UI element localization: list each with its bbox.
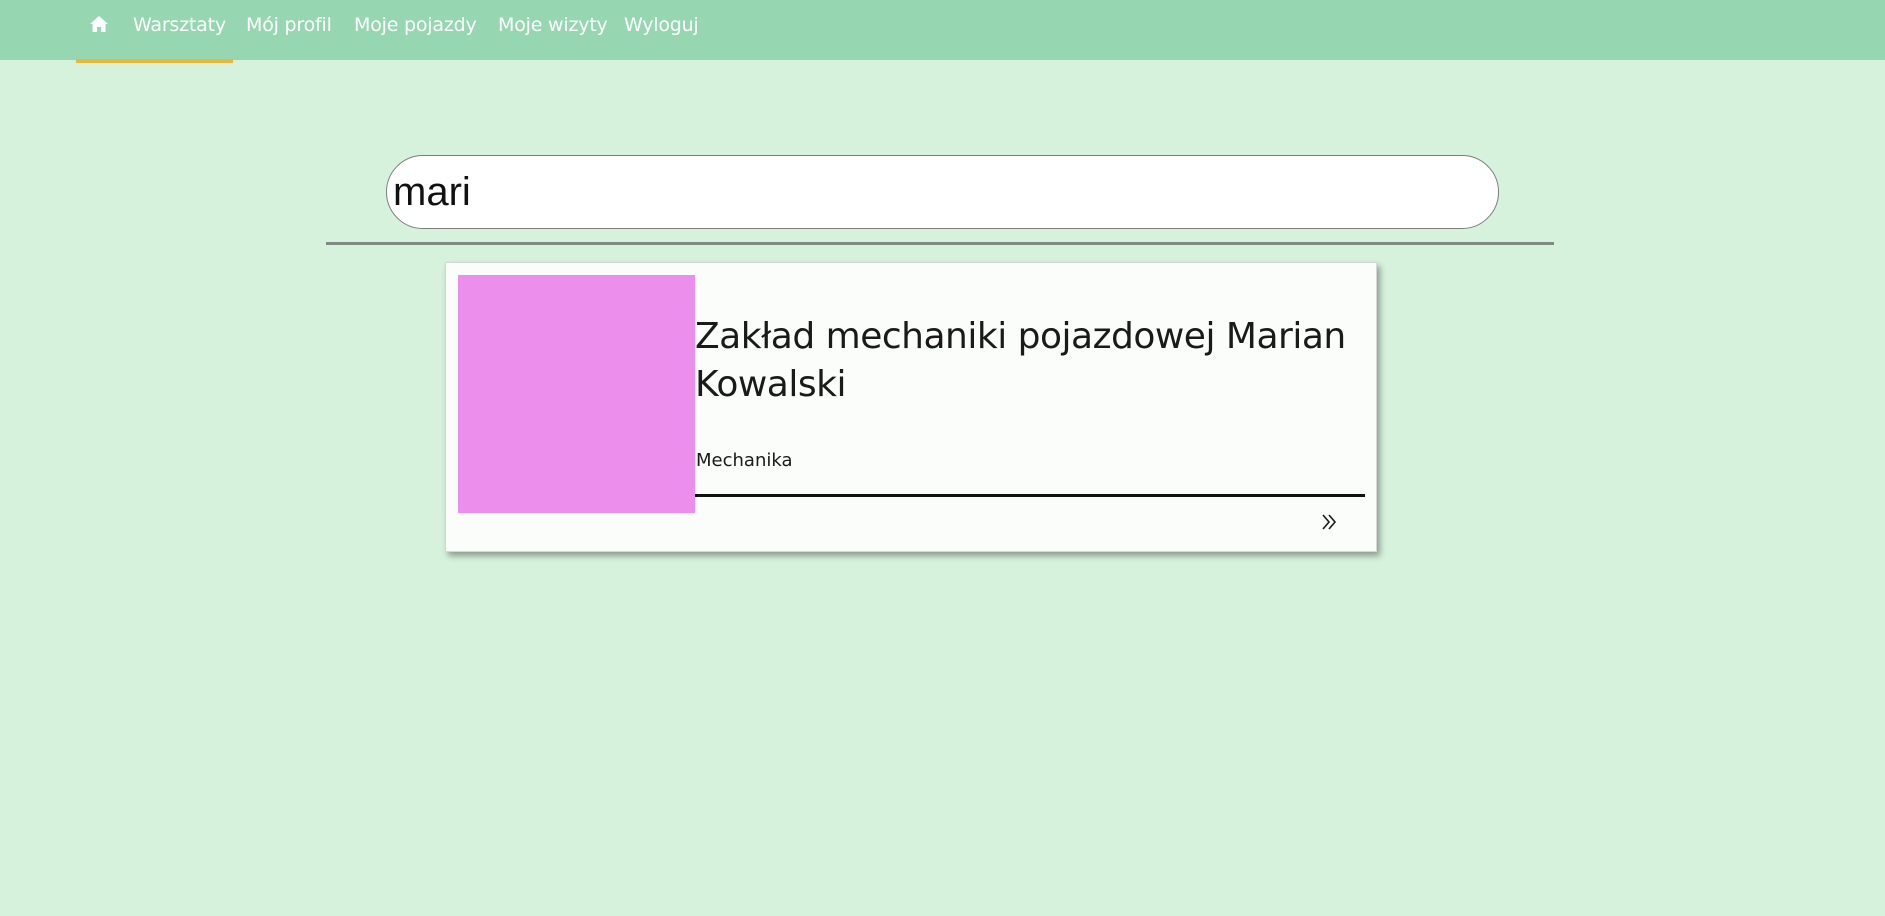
search-input[interactable] — [393, 162, 1473, 222]
nav-item-moj-profil[interactable]: Mój profil — [246, 14, 332, 36]
double-chevron-right-icon — [1322, 514, 1337, 530]
top-navbar: Warsztaty Mój profil Moje pojazdy Moje w… — [0, 0, 1885, 63]
nav-home-button[interactable] — [88, 12, 110, 36]
search-box — [386, 155, 1499, 229]
workshop-thumbnail — [458, 275, 695, 513]
nav-item-moje-wizyty[interactable]: Moje wizyty — [498, 14, 608, 36]
workshop-title: Zakład mechaniki pojazdowej Marian Kowal… — [695, 316, 1346, 405]
search-divider — [326, 242, 1554, 245]
card-divider — [695, 494, 1365, 497]
home-icon — [90, 16, 108, 32]
open-details-button[interactable] — [1318, 511, 1340, 533]
workshop-category: Mechanika — [696, 450, 793, 471]
nav-item-wyloguj[interactable]: Wyloguj — [624, 14, 699, 36]
nav-item-warsztaty[interactable]: Warsztaty — [133, 14, 226, 36]
workshop-card[interactable]: Zakład mechaniki pojazdowej Marian Kowal… — [445, 262, 1377, 552]
nav-active-indicator — [76, 59, 233, 63]
nav-item-moje-pojazdy[interactable]: Moje pojazdy — [354, 14, 477, 36]
